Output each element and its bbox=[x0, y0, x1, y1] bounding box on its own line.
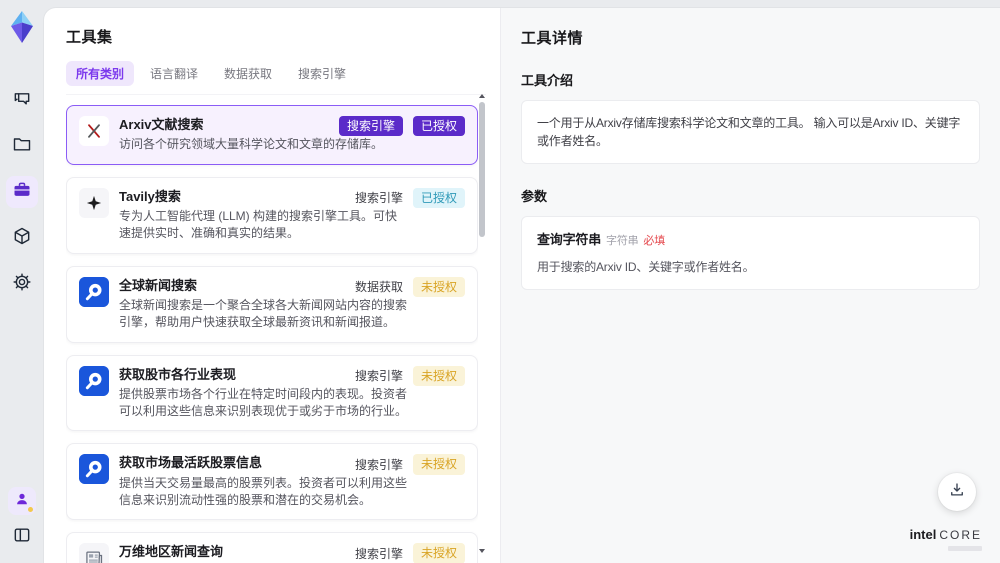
rail-bottom bbox=[6, 487, 38, 553]
param-description: 用于搜索的Arxiv ID、关键字或作者姓名。 bbox=[537, 259, 755, 274]
scroll-down-arrow-icon[interactable] bbox=[479, 549, 485, 553]
sidebar-item-tools[interactable] bbox=[6, 176, 38, 208]
intro-box: 一个用于从Arxiv存储库搜索科学论文和文章的工具。 输入可以是Arxiv ID… bbox=[521, 100, 980, 164]
tool-description: 全球新闻搜索是一个聚合全球各大新闻网站内容的搜索引擎，帮助用户快速获取全球最新资… bbox=[119, 297, 408, 330]
tool-card-tavily[interactable]: Tavily搜索 专为人工智能代理 (LLM) 构建的搜索引擎工具。可快速提供实… bbox=[66, 176, 478, 254]
collapse-sidebar-button[interactable] bbox=[6, 521, 38, 553]
tool-card-regional-news[interactable]: 万维地区新闻查询 查询具体行政区划内的新闻，快速了解各地新闻动 搜索引擎 未授权 bbox=[66, 532, 478, 563]
news-search-icon bbox=[79, 276, 109, 307]
intel-core-logo: intel CORE bbox=[910, 527, 982, 551]
scroll-up-arrow-icon[interactable] bbox=[479, 94, 485, 98]
tab-data-fetch[interactable]: 数据获取 bbox=[214, 61, 282, 86]
category-label: 搜索引擎 bbox=[354, 369, 403, 384]
app-rail bbox=[0, 0, 44, 563]
briefcase-icon bbox=[12, 180, 32, 205]
category-label: 搜索引擎 bbox=[354, 458, 403, 473]
auth-status-badge: 已授权 bbox=[412, 116, 465, 137]
download-icon bbox=[948, 481, 966, 504]
tool-description: 专为人工智能代理 (LLM) 构建的搜索引擎工具。可快速提供实时、准确和真实的结… bbox=[119, 208, 398, 241]
intel-brand-text: intel bbox=[909, 527, 937, 542]
detail-title: 工具详情 bbox=[521, 30, 584, 47]
tool-card-most-active-stocks[interactable]: 获取市场最活跃股票信息 提供当天交易量最高的股票列表。投资者可以利用这些信息来识… bbox=[66, 443, 478, 521]
auth-status-badge: 未授权 bbox=[412, 454, 465, 475]
rail-nav bbox=[6, 84, 38, 300]
arxiv-logo-icon bbox=[79, 116, 109, 146]
list-scrollbar[interactable] bbox=[478, 94, 486, 553]
app-logo-icon bbox=[6, 10, 38, 44]
tool-description: 提供当天交易量最高的股票列表。投资者可以利用这些信息来识别流动性强的股票和潜在的… bbox=[119, 475, 408, 508]
param-name: 查询字符串 bbox=[537, 232, 602, 247]
panel-toggle-icon bbox=[12, 525, 32, 550]
sidebar-item-settings[interactable] bbox=[6, 268, 38, 300]
param-type: 字符串 bbox=[606, 235, 639, 247]
auth-status-badge: 未授权 bbox=[412, 276, 465, 297]
main-panel: 工具集 所有类别 语言翻译 数据获取 搜索引擎 Arxiv文献搜索 访问各个研究… bbox=[44, 8, 1000, 563]
tool-detail-section: 工具详情 工具介绍 一个用于从Arxiv存储库搜索科学论文和文章的工具。 输入可… bbox=[500, 8, 1000, 563]
category-tabs: 所有类别 语言翻译 数据获取 搜索引擎 bbox=[66, 61, 486, 95]
news-search-icon bbox=[79, 365, 109, 396]
tool-list: Arxiv文献搜索 访问各个研究领域大量科学论文和文章的存储库。 搜索引擎 已授… bbox=[66, 105, 478, 563]
intel-logo-subbar bbox=[948, 546, 982, 551]
params-heading: 参数 bbox=[521, 189, 548, 204]
intro-heading: 工具介绍 bbox=[521, 73, 574, 88]
auth-status-badge: 已授权 bbox=[412, 187, 465, 208]
news-search-icon bbox=[79, 454, 109, 485]
scrollbar-thumb[interactable] bbox=[479, 102, 485, 237]
tool-card-global-news[interactable]: 全球新闻搜索 全球新闻搜索是一个聚合全球各大新闻网站内容的搜索引擎，帮助用户快速… bbox=[66, 265, 478, 343]
param-header: 查询字符串 字符串 必填 bbox=[537, 230, 964, 250]
param-box: 查询字符串 字符串 必填 用于搜索的Arxiv ID、关键字或作者姓名。 bbox=[521, 216, 980, 290]
category-badge: 搜索引擎 bbox=[338, 116, 403, 137]
page-title: 工具集 bbox=[66, 29, 113, 46]
auth-status-badge: 未授权 bbox=[412, 365, 465, 386]
sidebar-item-files[interactable] bbox=[6, 130, 38, 162]
user-avatar[interactable] bbox=[8, 487, 36, 515]
download-button[interactable] bbox=[938, 473, 976, 511]
category-label: 搜索引擎 bbox=[354, 191, 403, 206]
tool-description: 访问各个研究领域大量科学论文和文章的存储库。 bbox=[119, 137, 384, 152]
chat-icon bbox=[12, 88, 32, 113]
tab-all-categories[interactable]: 所有类别 bbox=[66, 61, 135, 86]
core-brand-text: CORE bbox=[939, 528, 982, 542]
tool-list-section: 工具集 所有类别 语言翻译 数据获取 搜索引擎 Arxiv文献搜索 访问各个研究… bbox=[44, 8, 500, 563]
tavily-star-icon bbox=[79, 187, 109, 218]
sidebar-item-models[interactable] bbox=[6, 222, 38, 254]
cube-icon bbox=[12, 226, 32, 251]
tool-card-sector-performance[interactable]: 获取股市各行业表现 提供股票市场各个行业在特定时间段内的表现。投资者可以利用这些… bbox=[66, 354, 478, 432]
tool-description: 提供股票市场各个行业在特定时间段内的表现。投资者可以利用这些信息来识别表现优于或… bbox=[119, 386, 408, 419]
param-required-flag: 必填 bbox=[643, 235, 666, 247]
tool-name: 万维地区新闻查询 bbox=[119, 544, 224, 560]
category-label: 数据获取 bbox=[354, 280, 403, 295]
folder-icon bbox=[12, 134, 32, 159]
sidebar-item-chat[interactable] bbox=[6, 84, 38, 116]
status-dot bbox=[28, 507, 33, 512]
auth-status-badge: 未授权 bbox=[412, 543, 465, 563]
tab-search-engine[interactable]: 搜索引擎 bbox=[288, 61, 356, 86]
gear-icon bbox=[12, 272, 32, 297]
newspaper-icon bbox=[79, 543, 109, 563]
tab-language-translation[interactable]: 语言翻译 bbox=[140, 61, 208, 86]
category-label: 搜索引擎 bbox=[354, 547, 403, 562]
tool-card-arxiv[interactable]: Arxiv文献搜索 访问各个研究领域大量科学论文和文章的存储库。 搜索引擎 已授… bbox=[66, 105, 478, 165]
